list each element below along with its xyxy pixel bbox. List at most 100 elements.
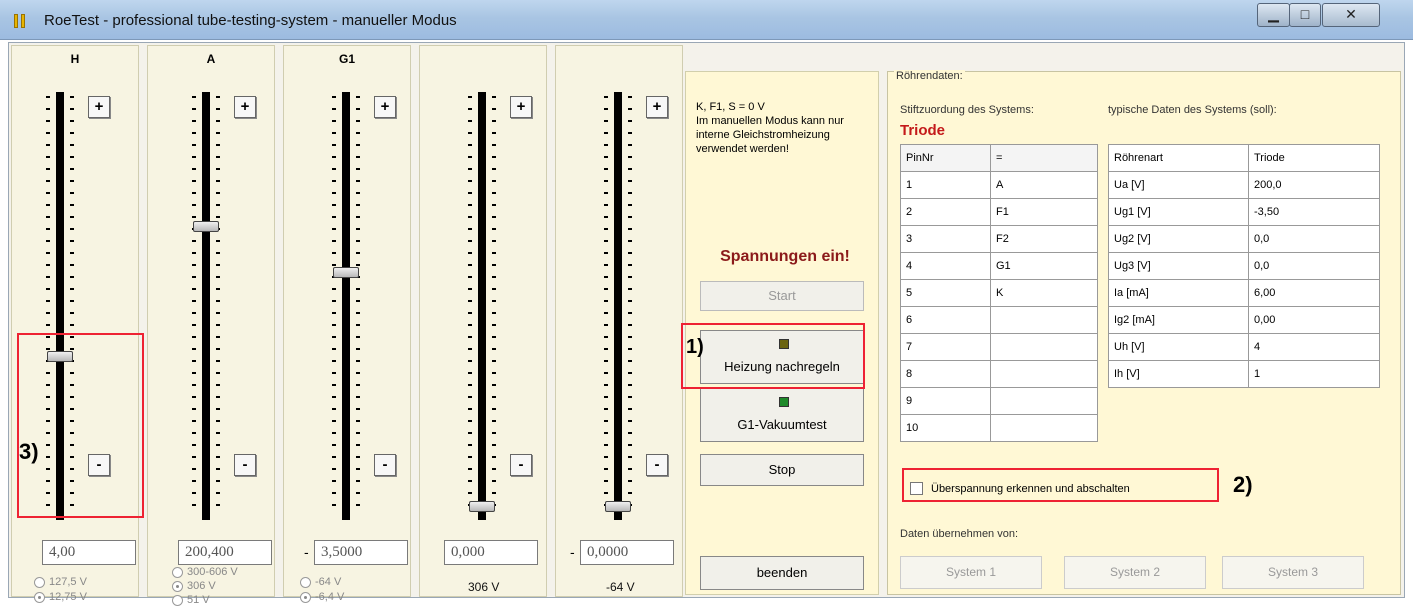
value-input[interactable]: 0,0000 bbox=[580, 540, 674, 565]
table-header-row: PinNr = bbox=[900, 144, 1098, 172]
table-row: Ia [mA] 6,00 bbox=[1108, 279, 1380, 307]
range-option[interactable]: 127,5 V bbox=[34, 576, 87, 588]
table-cell: F1 bbox=[990, 198, 1098, 226]
table-row: 4 G1 bbox=[900, 252, 1098, 280]
system-2-button[interactable]: System 2 bbox=[1064, 556, 1206, 589]
value-input[interactable]: 4,00 bbox=[42, 540, 136, 565]
table-cell: Ih [V] bbox=[1108, 360, 1249, 388]
table-cell bbox=[990, 360, 1098, 388]
slider-track[interactable] bbox=[202, 92, 210, 520]
range-option[interactable]: 12,75 V bbox=[34, 591, 87, 603]
annotation-3: 3) bbox=[19, 439, 39, 464]
table-cell: PinNr bbox=[900, 144, 991, 172]
increase-button[interactable]: + bbox=[374, 96, 396, 118]
table-cell: 10 bbox=[900, 414, 991, 442]
slider-column-g1: G1 + - - 3,5000 -64 V -6,4 V bbox=[283, 45, 411, 603]
slider-thumb[interactable] bbox=[469, 500, 495, 512]
increase-button[interactable]: + bbox=[646, 96, 668, 118]
table-row: 10 bbox=[900, 414, 1098, 442]
table-cell bbox=[990, 414, 1098, 442]
value-input[interactable]: 0,000 bbox=[444, 540, 538, 565]
slider-thumb[interactable] bbox=[193, 221, 219, 233]
slider-track[interactable] bbox=[614, 92, 622, 520]
table-cell: 2 bbox=[900, 198, 991, 226]
slider-title: H bbox=[70, 52, 80, 66]
table-cell bbox=[990, 387, 1098, 415]
table-cell: 0,0 bbox=[1248, 225, 1380, 253]
annotation-box-3 bbox=[17, 333, 144, 518]
stop-button[interactable]: Stop bbox=[700, 454, 864, 486]
start-button[interactable]: Start bbox=[700, 281, 864, 311]
table-cell: Röhrenart bbox=[1108, 144, 1249, 172]
increase-button[interactable]: + bbox=[234, 96, 256, 118]
table-cell: G1 bbox=[990, 252, 1098, 280]
info-text: K, F1, S = 0 V Im manuellen Modus kann n… bbox=[696, 101, 844, 155]
table-cell: = bbox=[990, 144, 1098, 172]
table-cell bbox=[990, 306, 1098, 334]
table-row: Röhrenart Triode bbox=[1108, 144, 1380, 172]
value-input[interactable]: 200,400 bbox=[178, 540, 272, 565]
table-cell: Uh [V] bbox=[1108, 333, 1249, 361]
g1-vakuumtest-button[interactable]: G1-Vakuumtest bbox=[700, 388, 864, 442]
range-option[interactable]: -64 V bbox=[300, 576, 341, 588]
increase-button[interactable]: + bbox=[510, 96, 532, 118]
table-cell: Ig2 [mA] bbox=[1108, 306, 1249, 334]
properties-table: Röhrenart Triode Ua [V] 200,0 Ug1 [V] -3,50 Ug… bbox=[1108, 144, 1380, 388]
table-cell: 0,0 bbox=[1248, 252, 1380, 280]
table-cell: 4 bbox=[900, 252, 991, 280]
decrease-button[interactable]: - bbox=[374, 454, 396, 476]
slider-thumb[interactable] bbox=[605, 500, 631, 512]
value-sign: - bbox=[570, 544, 575, 560]
range-option[interactable]: 51 V bbox=[172, 594, 210, 606]
main-window: H + - 4,00 127,5 V 12,75 V A + - 200,400… bbox=[8, 42, 1405, 606]
table-row: 7 bbox=[900, 333, 1098, 361]
table-cell: 8 bbox=[900, 360, 991, 388]
range-option[interactable]: -6,4 V bbox=[300, 591, 344, 603]
roehrendaten-panel: Röhrendaten: Stiftzuordung des Systems: … bbox=[887, 70, 1401, 595]
range-label: -64 V bbox=[606, 580, 635, 594]
maximize-button[interactable]: □ bbox=[1289, 3, 1321, 27]
system-1-button[interactable]: System 1 bbox=[900, 556, 1042, 589]
range-option[interactable]: 306 V bbox=[172, 580, 216, 592]
table-cell: K bbox=[990, 279, 1098, 307]
table-row: Ug3 [V] 0,0 bbox=[1108, 252, 1380, 280]
value-sign: - bbox=[304, 544, 309, 560]
table-cell: 1 bbox=[1248, 360, 1380, 388]
decrease-button[interactable]: - bbox=[234, 454, 256, 476]
app-icon bbox=[14, 13, 32, 29]
title-bar: RoeTest - professional tube-testing-syst… bbox=[0, 0, 1413, 40]
minimize-button[interactable]: ▁ bbox=[1257, 3, 1290, 27]
range-option[interactable]: 300-606 V bbox=[172, 566, 238, 578]
table-cell: 5 bbox=[900, 279, 991, 307]
beenden-button[interactable]: beenden bbox=[700, 556, 864, 590]
table-row: Ih [V] 1 bbox=[1108, 360, 1380, 388]
annotation-2: 2) bbox=[1233, 472, 1253, 497]
table-cell: Ua [V] bbox=[1108, 171, 1249, 199]
table-row: 9 bbox=[900, 387, 1098, 415]
slider-title: G1 bbox=[338, 52, 355, 66]
table-cell: Ug3 [V] bbox=[1108, 252, 1249, 280]
status-led bbox=[779, 397, 789, 407]
table-cell: 0,00 bbox=[1248, 306, 1380, 334]
table-row: Ua [V] 200,0 bbox=[1108, 171, 1380, 199]
table-row: Ug2 [V] 0,0 bbox=[1108, 225, 1380, 253]
annotation-1: 1) bbox=[686, 336, 704, 358]
slider-column-a: A + - 200,400 300-606 V 306 V 51 V bbox=[147, 45, 275, 606]
annotation-box-1 bbox=[681, 323, 865, 389]
table-row: Ug1 [V] -3,50 bbox=[1108, 198, 1380, 226]
decrease-button[interactable]: - bbox=[646, 454, 668, 476]
slider-thumb[interactable] bbox=[333, 267, 359, 279]
table-cell: 6 bbox=[900, 306, 991, 334]
increase-button[interactable]: + bbox=[88, 96, 110, 118]
table-cell bbox=[990, 333, 1098, 361]
system-3-button[interactable]: System 3 bbox=[1222, 556, 1364, 589]
table-cell: 7 bbox=[900, 333, 991, 361]
section-title: Röhrendaten: bbox=[894, 70, 965, 82]
value-input[interactable]: 3,5000 bbox=[314, 540, 408, 565]
slider-track[interactable] bbox=[342, 92, 350, 520]
slider-track[interactable] bbox=[478, 92, 486, 520]
close-button[interactable]: ✕ bbox=[1322, 3, 1380, 27]
decrease-button[interactable]: - bbox=[510, 454, 532, 476]
table-cell: A bbox=[990, 171, 1098, 199]
system-type: Triode bbox=[900, 122, 946, 139]
